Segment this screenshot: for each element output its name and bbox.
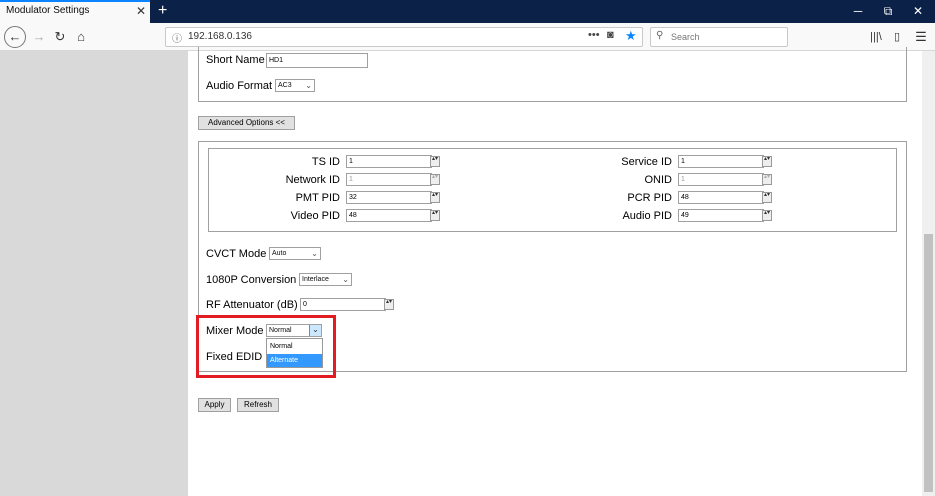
chevron-down-icon: ⌄ (342, 275, 349, 284)
pcr-pid-label: PCR PID (627, 192, 672, 204)
page-actions-icon[interactable]: ••• (588, 29, 600, 41)
advanced-options-button[interactable]: Advanced Options << (198, 116, 295, 130)
pmt-pid-label: PMT PID (295, 192, 340, 204)
audio-pid-input[interactable]: 49 (678, 209, 764, 222)
home-icon[interactable]: ⌂ (71, 27, 91, 47)
ts-id-input[interactable]: 1 (346, 155, 432, 168)
back-icon[interactable]: ← (4, 26, 26, 48)
title-bar: Modulator Settings ✕ + ─ ⧉ ✕ (0, 0, 935, 23)
reload-icon[interactable]: ↻ (50, 27, 70, 47)
video-pid-spinner-icon[interactable]: ▴▾ (430, 210, 440, 221)
network-id-input[interactable]: 1 (346, 173, 432, 186)
refresh-button[interactable]: Refresh (237, 398, 279, 412)
menu-icon[interactable]: ☰ (911, 27, 931, 47)
network-id-label: Network ID (285, 174, 340, 186)
search-icon: ⚲ (656, 30, 664, 41)
cvct-mode-select[interactable]: Auto ⌄ (269, 247, 321, 260)
rf-attenuator-input[interactable]: 0 (300, 298, 386, 311)
tab-title: Modulator Settings (6, 5, 90, 16)
search-bar[interactable]: ⚲ Search (650, 27, 788, 47)
pcr-pid-spinner-icon[interactable]: ▴▾ (762, 192, 772, 203)
audio-pid-spinner-icon[interactable]: ▴▾ (762, 210, 772, 221)
conversion-label: 1080P Conversion (206, 274, 297, 286)
minimize-icon[interactable]: ─ (843, 0, 873, 23)
onid-input[interactable]: 1 (678, 173, 764, 186)
video-pid-input[interactable]: 48 (346, 209, 432, 222)
pocket-icon[interactable]: ◙ (607, 29, 614, 41)
onid-spinner-icon[interactable]: ▴▾ (762, 174, 772, 185)
cvct-mode-value: Auto (272, 250, 287, 257)
onid-label: ONID (644, 174, 673, 186)
scrollbar-thumb[interactable] (924, 234, 933, 492)
conversion-select[interactable]: Interlace ⌄ (299, 273, 352, 286)
new-tab-icon[interactable]: + (158, 0, 167, 22)
service-id-input[interactable]: 1 (678, 155, 764, 168)
close-window-icon[interactable]: ✕ (903, 0, 933, 23)
short-name-label: Short Name (206, 54, 265, 66)
conversion-value: Interlace (302, 276, 329, 283)
audio-format-value: AC3 (278, 82, 292, 89)
audio-format-select[interactable]: AC3 ⌄ (275, 79, 315, 92)
service-id-spinner-icon[interactable]: ▴▾ (762, 156, 772, 167)
short-name-input[interactable]: HD1 (266, 53, 368, 68)
library-icon[interactable]: |||\ (866, 27, 886, 47)
url-bar[interactable]: ⓘ 192.168.0.136 ••• ◙ ★ (165, 27, 643, 47)
rf-attenuator-spinner-icon[interactable]: ▴▾ (384, 299, 394, 310)
restore-icon[interactable]: ⧉ (873, 0, 903, 23)
chevron-down-icon: ⌄ (311, 249, 318, 258)
bookmark-star-icon[interactable]: ★ (625, 28, 637, 44)
pmt-pid-input[interactable]: 32 (346, 191, 432, 204)
close-tab-icon[interactable]: ✕ (136, 4, 146, 18)
pcr-pid-input[interactable]: 48 (678, 191, 764, 204)
video-pid-label: Video PID (290, 210, 340, 222)
url-text: 192.168.0.136 (188, 31, 252, 42)
cvct-mode-label: CVCT Mode (206, 248, 267, 260)
audio-format-label: Audio Format (206, 80, 273, 92)
chevron-down-icon: ⌄ (305, 81, 312, 90)
info-icon[interactable]: ⓘ (172, 30, 182, 45)
left-gray-panel (0, 51, 188, 496)
ts-id-label: TS ID (311, 156, 340, 168)
network-id-spinner-icon[interactable]: ▴▾ (430, 174, 440, 185)
tab-modulator-settings[interactable]: Modulator Settings ✕ (0, 0, 150, 23)
highlight-box (196, 315, 336, 378)
pmt-pid-spinner-icon[interactable]: ▴▾ (430, 192, 440, 203)
forward-icon[interactable]: → (29, 27, 49, 47)
audio-pid-label: Audio PID (622, 210, 672, 222)
rf-attenuator-label: RF Attenuator (dB) (206, 299, 298, 311)
service-id-label: Service ID (621, 156, 672, 168)
sidebar-icon[interactable]: ▯ (887, 27, 907, 47)
search-input[interactable]: Search (671, 32, 700, 42)
apply-button[interactable]: Apply (198, 398, 231, 412)
ts-id-spinner-icon[interactable]: ▴▾ (430, 156, 440, 167)
